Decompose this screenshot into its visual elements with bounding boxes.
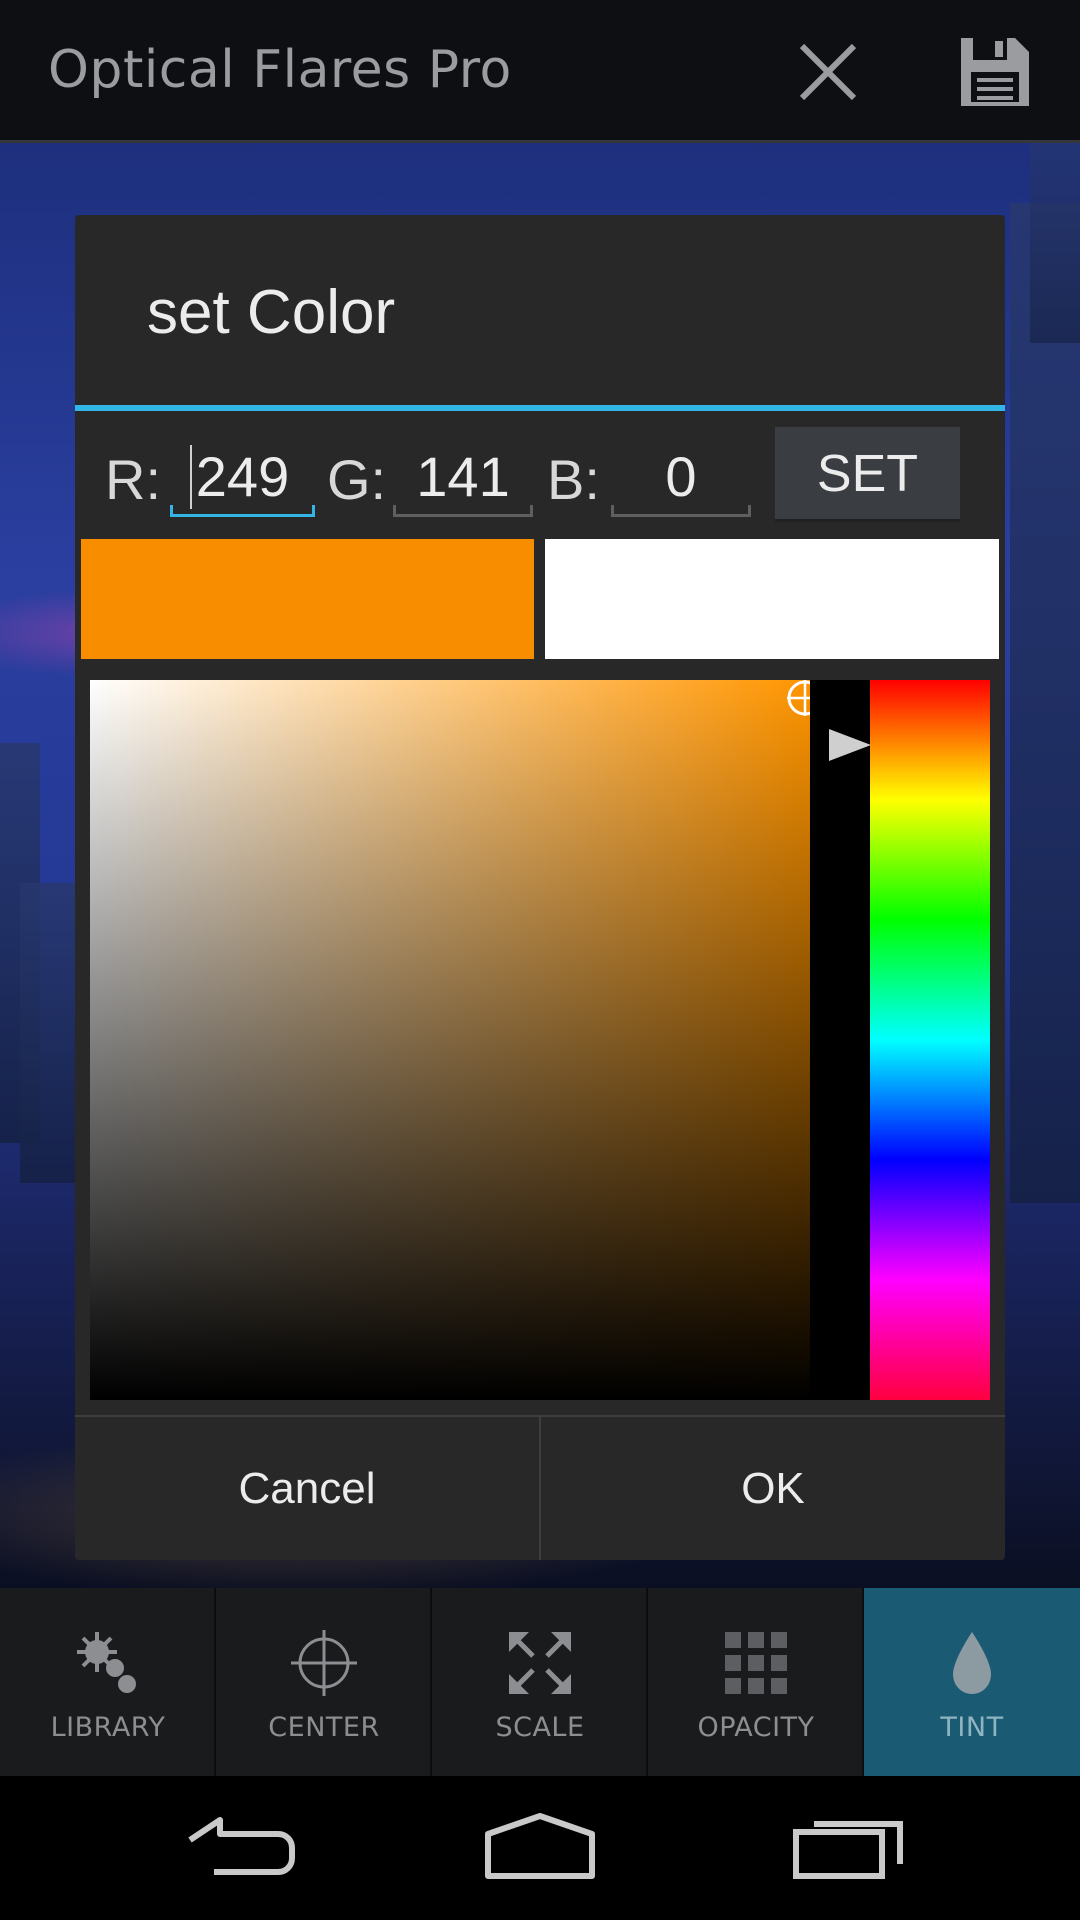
b-label: B: — [547, 448, 600, 511]
close-icon[interactable] — [788, 32, 868, 112]
g-input[interactable]: 141 — [393, 437, 533, 517]
set-button[interactable]: SET — [775, 427, 960, 522]
back-icon[interactable] — [180, 1806, 300, 1886]
crosshair-icon — [291, 1630, 357, 1696]
tool-label: SCALE — [495, 1712, 585, 1743]
title-divider — [75, 405, 1005, 411]
hue-pointer-icon[interactable] — [827, 727, 873, 763]
tool-library[interactable]: LIBRARY — [0, 1588, 216, 1776]
b-input[interactable]: 0 — [611, 437, 751, 517]
tool-center[interactable]: CENTER — [216, 1588, 432, 1776]
action-bar: Optical Flares Pro — [0, 0, 1080, 143]
new-color-swatch — [81, 539, 534, 659]
save-icon[interactable] — [955, 32, 1035, 112]
g-value: 141 — [416, 445, 510, 508]
tool-label: OPACITY — [697, 1712, 815, 1743]
cancel-button[interactable]: Cancel — [75, 1417, 539, 1560]
tool-label: LIBRARY — [50, 1712, 166, 1743]
old-color-swatch[interactable] — [545, 539, 999, 659]
tool-label: CENTER — [268, 1712, 380, 1743]
library-icon — [77, 1632, 136, 1693]
r-input[interactable]: 249 — [170, 437, 315, 517]
bottom-toolbar: LIBRARY CENTER SCALE OPACITY TINT — [0, 1588, 1080, 1776]
app-title: Optical Flares Pro — [48, 40, 512, 100]
home-icon[interactable] — [480, 1806, 600, 1886]
scale-arrows-icon — [509, 1632, 571, 1694]
set-color-dialog: set Color R: 249 G: 141 B: 0 SET Cancel … — [75, 215, 1005, 1560]
opacity-grid-icon — [725, 1632, 787, 1694]
dialog-title: set Color — [147, 278, 396, 347]
r-value: 249 — [195, 445, 290, 508]
b-value: 0 — [665, 445, 697, 508]
g-label: G: — [327, 448, 387, 511]
tool-opacity[interactable]: OPACITY — [648, 1588, 864, 1776]
tool-label: TINT — [940, 1712, 1004, 1743]
hue-slider[interactable] — [870, 680, 990, 1400]
r-label: R: — [105, 448, 161, 511]
saturation-value-picker[interactable] — [90, 680, 810, 1400]
tool-tint[interactable]: TINT — [864, 1588, 1080, 1776]
text-cursor — [190, 445, 192, 509]
navigation-bar — [0, 1776, 1080, 1920]
recents-icon[interactable] — [790, 1806, 910, 1886]
ok-button[interactable]: OK — [541, 1417, 1005, 1560]
tool-scale[interactable]: SCALE — [432, 1588, 648, 1776]
hue-gap — [810, 680, 870, 1400]
droplet-icon — [953, 1632, 991, 1694]
